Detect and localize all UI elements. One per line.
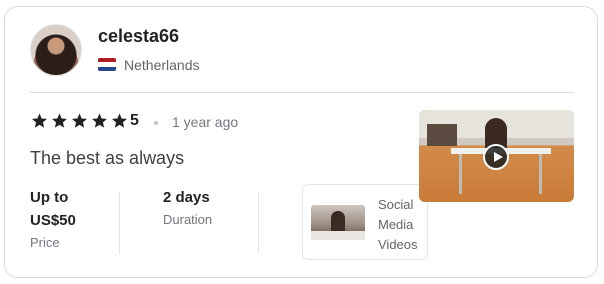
gig-title[interactable]: Social Media Videos [378,195,424,255]
netherlands-flag-icon [98,58,116,71]
review-text: The best as always [30,148,185,168]
price-label: Price [30,235,60,250]
gig-card[interactable]: Social Media Videos [302,184,428,260]
stat-separator [258,192,259,254]
price-stat: Up to US$50 Price [30,186,110,252]
price-value: Up to US$50 [30,189,76,229]
rating-value: 5 [130,112,139,129]
star-icon [72,113,87,128]
gig-thumbnail[interactable] [311,205,365,240]
duration-stat: 2 days Duration [163,186,212,229]
star-icon [112,113,127,128]
star-rating [30,112,129,130]
review-video-thumbnail[interactable] [419,110,574,202]
duration-label: Duration [163,212,213,227]
reviewer-country: Netherlands [124,57,200,73]
review-time: 1 year ago [172,114,239,130]
separator-dot [154,121,158,125]
star-icon [52,113,67,128]
star-icon [92,113,107,128]
divider [30,92,574,93]
duration-value: 2 days [163,189,210,206]
play-icon[interactable] [483,144,509,170]
avatar[interactable] [30,24,82,76]
stat-separator [119,192,120,254]
star-icon [32,113,47,128]
reviewer-username[interactable]: celesta66 [98,26,179,47]
